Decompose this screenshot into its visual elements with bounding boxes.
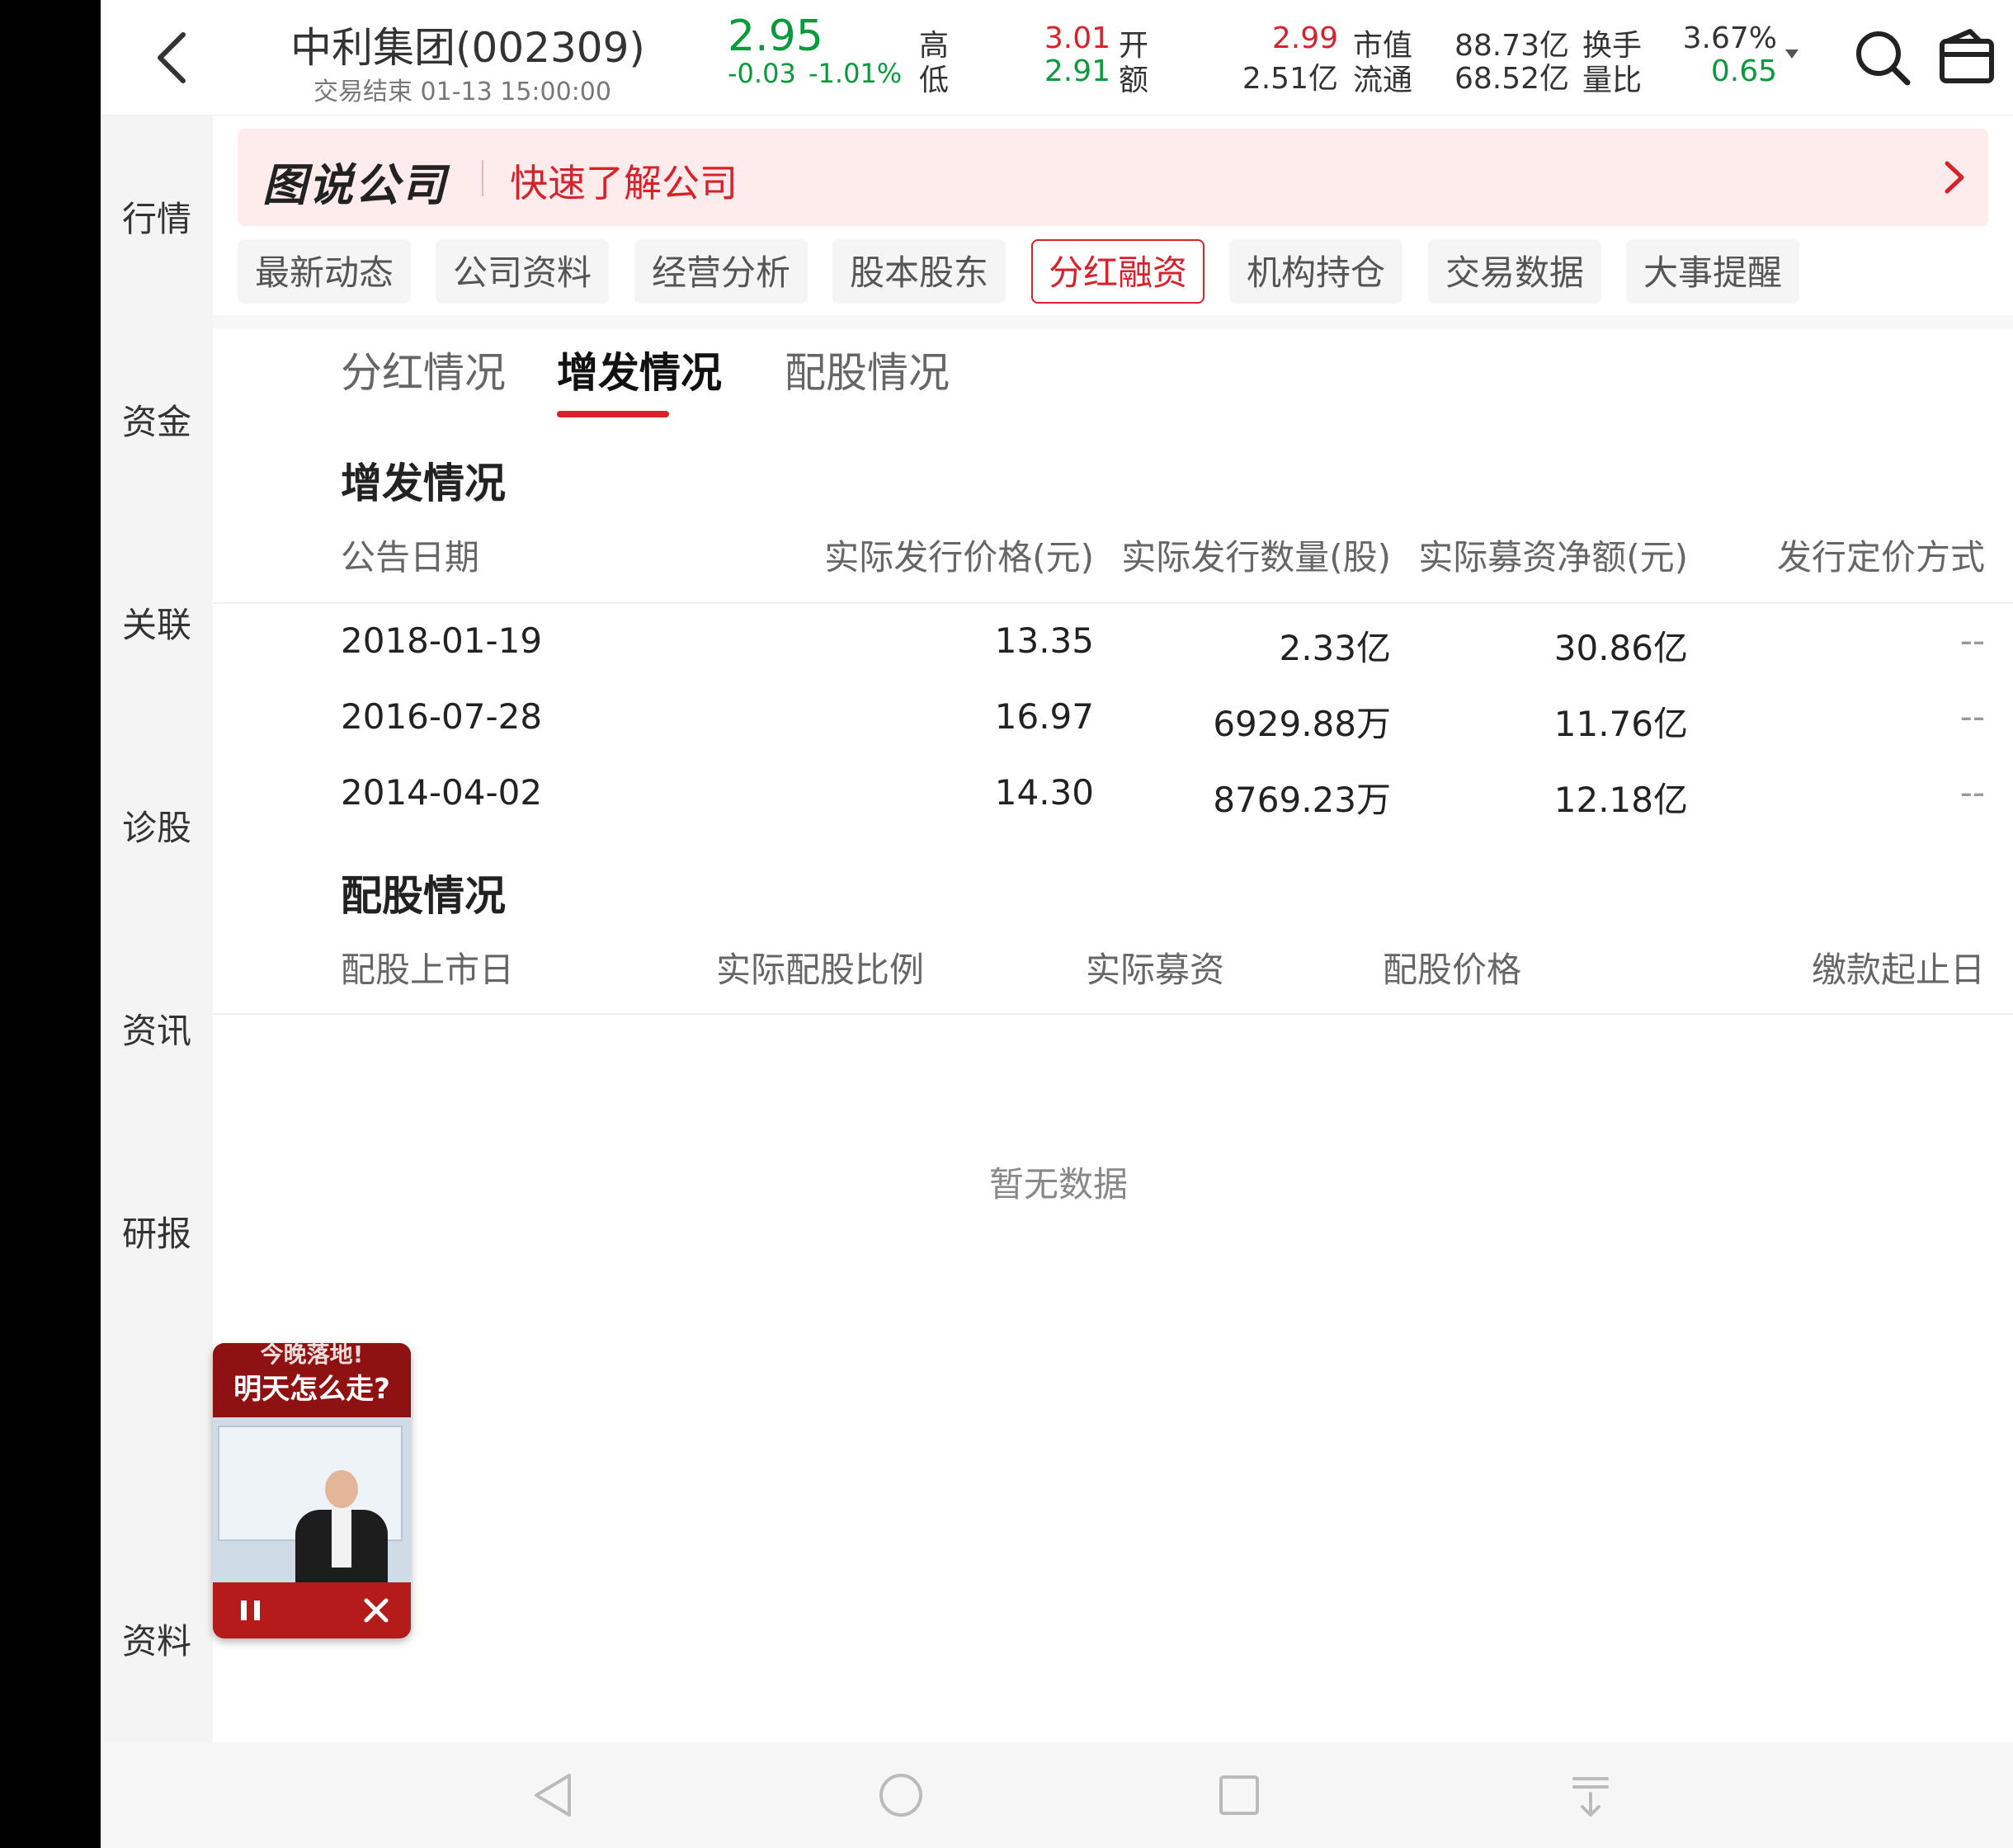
table-cell-date: 2014-04-02 — [341, 772, 543, 813]
pause-icon[interactable] — [234, 1594, 267, 1627]
table-cell-date: 2018-01-19 — [341, 620, 543, 661]
tab-trading-data[interactable]: 交易数据 — [1428, 239, 1601, 304]
col-header-rights-price: 配股价格 — [1383, 950, 1522, 990]
stock-name[interactable]: 中利集团(002309) — [290, 15, 645, 74]
rights-title: 配股情况 — [341, 872, 506, 920]
nav-item-related[interactable]: 关联 — [101, 597, 213, 648]
left-nav: 行情 资金 关联 诊股 资讯 研报 资料 — [101, 116, 213, 1742]
table-cell-price: 16.97 — [994, 696, 1094, 737]
home-circle-icon[interactable] — [868, 1762, 934, 1828]
chevron-right-icon — [1945, 161, 1964, 194]
value-amount: 2.51亿 — [1242, 62, 1338, 96]
label-vol-ratio: 量比 — [1582, 64, 1643, 97]
quote-expand-caret-icon[interactable] — [1785, 50, 1798, 59]
video-title: 明天怎么走? — [233, 1373, 390, 1406]
divider — [213, 602, 2013, 604]
issuance-title: 增发情况 — [341, 460, 506, 507]
col-header-quantity: 实际发行数量(股) — [1121, 537, 1391, 578]
video-controls — [213, 1582, 411, 1638]
empty-state-text: 暂无数据 — [988, 1164, 1128, 1204]
back-arrow-icon[interactable] — [142, 25, 208, 91]
price-change-pct: -1.01% — [808, 58, 903, 89]
col-header-date: 公告日期 — [341, 537, 480, 578]
col-header-pricing-method: 发行定价方式 — [1776, 537, 1985, 578]
tab-event-reminders[interactable]: 大事提醒 — [1626, 239, 1799, 304]
label-amount: 额 — [1119, 64, 1149, 97]
company-intro-banner[interactable]: 图说公司 快速了解公司 — [238, 129, 1988, 226]
table-cell-quantity: 2.33亿 — [1279, 628, 1391, 668]
col-header-net-proceeds: 实际募资净额(元) — [1418, 537, 1688, 578]
floating-video-player[interactable]: 今晚落地! 明天怎么走? — [213, 1343, 411, 1638]
table-cell-quantity: 6929.88万 — [1213, 704, 1391, 744]
nav-item-funds[interactable]: 资金 — [101, 394, 213, 445]
col-header-price: 实际发行价格(元) — [824, 537, 1094, 578]
banner-divider — [482, 160, 483, 196]
table-cell-price: 13.35 — [994, 620, 1094, 661]
nav-item-profile[interactable]: 资料 — [101, 1614, 213, 1664]
table-cell-quantity: 8769.23万 — [1213, 780, 1391, 820]
label-float: 流通 — [1353, 64, 1413, 97]
value-low: 2.91 — [1044, 54, 1110, 88]
tab-business-analysis[interactable]: 经营分析 — [634, 239, 808, 304]
nav-item-quote[interactable]: 行情 — [101, 191, 213, 242]
nav-item-news[interactable]: 资讯 — [101, 1003, 213, 1054]
value-turnover: 3.67% — [1682, 21, 1777, 55]
search-icon[interactable] — [1850, 25, 1916, 91]
subtab-rights[interactable]: 配股情况 — [785, 340, 950, 399]
close-icon[interactable] — [360, 1594, 393, 1627]
nav-item-research[interactable]: 研报 — [101, 1206, 213, 1256]
stock-header: 中利集团(002309) 交易结束 01-13 15:00:00 2.95 -0… — [101, 0, 2013, 116]
tab-institutional-holdings[interactable]: 机构持仓 — [1229, 239, 1402, 304]
table-cell-pricing-method: -- — [1959, 772, 1985, 813]
section-separator — [213, 315, 2013, 328]
table-cell-net-proceeds: 12.18亿 — [1553, 780, 1688, 820]
value-open: 2.99 — [1271, 21, 1338, 55]
label-low: 低 — [919, 64, 950, 97]
main-content: 图说公司 快速了解公司 最新动态 公司资料 经营分析 股本股东 分红融资 机构持… — [213, 116, 2013, 1742]
table-cell-net-proceeds: 11.76亿 — [1553, 704, 1688, 744]
system-nav-bar — [101, 1742, 2013, 1848]
col-header-listing-date: 配股上市日 — [341, 950, 515, 990]
col-header-proceeds: 实际募资 — [1086, 950, 1225, 990]
app-window: 中利集团(002309) 交易结束 01-13 15:00:00 2.95 -0… — [101, 0, 2013, 1848]
banner-text: 快速了解公司 — [510, 161, 738, 205]
table-cell-pricing-method: -- — [1959, 620, 1985, 661]
tab-latest-news[interactable]: 最新动态 — [238, 239, 411, 304]
video-frame[interactable] — [213, 1417, 411, 1584]
wallet-icon[interactable] — [1934, 25, 2000, 91]
tab-share-capital[interactable]: 股本股东 — [832, 239, 1006, 304]
active-tab-indicator — [557, 411, 669, 417]
nav-item-diagnosis[interactable]: 诊股 — [101, 800, 213, 851]
table-cell-net-proceeds: 30.86亿 — [1553, 628, 1688, 668]
table-cell-price: 14.30 — [994, 772, 1094, 813]
pull-down-icon[interactable] — [1558, 1762, 1624, 1828]
last-price: 2.95 — [728, 12, 823, 61]
value-high: 3.01 — [1044, 21, 1110, 55]
col-header-ratio: 实际配股比例 — [716, 950, 925, 990]
subtab-dividends[interactable]: 分红情况 — [341, 340, 506, 399]
divider — [213, 1013, 2013, 1015]
presenter-head — [325, 1470, 358, 1508]
tab-company-info[interactable]: 公司资料 — [436, 239, 609, 304]
trade-status: 交易结束 01-13 15:00:00 — [314, 78, 611, 106]
banner-logo: 图说公司 — [262, 159, 447, 211]
tab-dividend-financing[interactable]: 分红融资 — [1031, 239, 1204, 304]
recents-square-icon[interactable] — [1206, 1762, 1272, 1828]
video-header: 今晚落地! 明天怎么走? — [213, 1343, 411, 1417]
table-cell-pricing-method: -- — [1959, 696, 1985, 737]
value-float: 68.52亿 — [1454, 62, 1569, 96]
price-change: -0.03 — [728, 58, 796, 89]
subtab-issuance[interactable]: 增发情况 — [557, 340, 722, 399]
table-cell-date: 2016-07-28 — [341, 696, 543, 737]
value-vol-ratio: 0.65 — [1710, 54, 1777, 88]
presenter-shirt — [332, 1510, 351, 1568]
col-header-payment-period: 缴款起止日 — [1811, 950, 1985, 990]
back-triangle-icon[interactable] — [521, 1762, 587, 1828]
